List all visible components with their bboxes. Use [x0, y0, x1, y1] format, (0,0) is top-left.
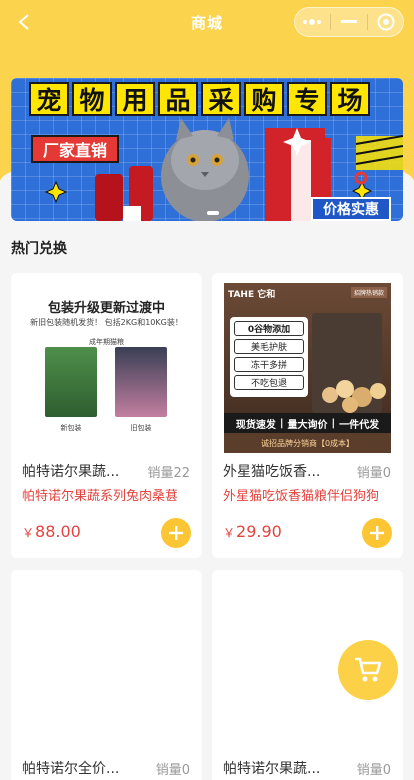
image-label: 成年期猫粮: [89, 338, 124, 346]
kibble-decor: [322, 380, 386, 413]
image-footer: 诚招品牌分销商【0成本】: [224, 433, 391, 453]
plus-icon: [169, 526, 183, 540]
minimize-button[interactable]: [332, 8, 366, 36]
add-to-cart-button[interactable]: [362, 518, 392, 548]
banner-title-char: 采: [201, 82, 241, 116]
product-description: 外星猫吃饭香猫粮伴侣狗狗: [223, 489, 380, 504]
product-sales: 销量0: [155, 763, 190, 778]
strip-text: 量大询价: [287, 419, 328, 431]
image-caption: 旧包装: [130, 424, 152, 432]
product-description: 帕特诺尔果蔬系列兔肉桑葚: [22, 489, 179, 504]
currency-symbol: ￥: [223, 526, 236, 540]
product-image: TAHE 它和 招牌热销款 0谷物添加 美毛护肤 冻干多拼 不吃包退 现货速发 …: [224, 283, 391, 453]
back-button[interactable]: [10, 8, 38, 36]
image-strip: 现货速发 | 量大询价 | 一件代发: [224, 413, 391, 433]
more-dots-icon: [303, 19, 322, 25]
image-pill: 0谷物添加: [234, 321, 304, 336]
strip-separator: |: [331, 417, 336, 429]
product-card[interactable]: 帕特诺尔全价... 销量0: [11, 570, 202, 780]
more-button[interactable]: [295, 8, 329, 36]
price-value: 88.00: [35, 522, 81, 541]
banner-title-char: 宠: [29, 82, 69, 116]
banner-title: 宠 物 用 品 采 购 专 场: [29, 82, 370, 116]
image-pill: 冻干多拼: [234, 357, 304, 372]
product-card[interactable]: 包装升级更新过渡中 新旧包装随机发货！ 包括2KG和10KG装！ 成年期猫粮 新…: [11, 273, 202, 558]
product-sales: 销量22: [147, 466, 190, 481]
add-to-cart-button[interactable]: [161, 518, 191, 548]
product-sales: 销量0: [356, 466, 391, 481]
product-card[interactable]: TAHE 它和 招牌热销款 0谷物添加 美毛护肤 冻干多拼 不吃包退 现货速发 …: [212, 273, 403, 558]
navigation-bar: 商城: [0, 0, 414, 44]
product-bag-old: [115, 347, 167, 417]
plus-icon: [370, 526, 384, 540]
close-button[interactable]: [369, 8, 403, 36]
product-name: 帕特诺尔果蔬...: [22, 464, 120, 480]
strip-text: 现货速发: [235, 419, 276, 431]
product-name: 帕特诺尔果蔬...: [223, 761, 321, 777]
product-image: 包装升级更新过渡中 新旧包装随机发货！ 包括2KG和10KG装！ 成年期猫粮 新…: [23, 283, 190, 453]
product-price: ￥29.90: [223, 522, 282, 541]
product-bag-new: [45, 347, 97, 417]
banner-factory-tag: 厂家直销: [31, 135, 120, 163]
product-name: 外星猫吃饭香...: [223, 464, 321, 480]
image-brand: TAHE 它和: [228, 290, 276, 300]
minimize-icon: [340, 20, 357, 23]
image-caption: 新包装: [60, 424, 82, 432]
banner-title-char: 购: [244, 82, 284, 116]
image-pill: 不吃包退: [234, 375, 304, 390]
banner-price-tag: 价格实惠: [311, 197, 391, 221]
banner-indicator: [207, 211, 219, 215]
product-name: 帕特诺尔全价...: [22, 761, 120, 777]
banner-title-char: 用: [115, 82, 155, 116]
product-price: ￥88.00: [22, 522, 81, 541]
back-arrow-icon: [18, 14, 29, 30]
strip-separator: |: [279, 417, 284, 429]
image-subtitle: 新旧包装随机发货！ 包括2KG和10KG装！: [30, 318, 183, 327]
banner-title-char: 专: [287, 82, 327, 116]
strip-text: 一件代发: [339, 419, 380, 431]
mini-program-capsule: [294, 7, 404, 37]
section-title: 热门兑换: [11, 241, 67, 257]
price-value: 29.90: [236, 522, 282, 541]
cart-icon: [355, 657, 382, 682]
image-badge: 招牌热销款: [350, 287, 387, 298]
product-sales: 销量0: [356, 763, 391, 778]
banner-title-char: 品: [158, 82, 198, 116]
currency-symbol: ￥: [22, 526, 35, 540]
promo-banner[interactable]: 宠 物 用 品 采 购 专 场 厂家直销 价格实惠: [11, 78, 403, 221]
target-circle-icon: [377, 13, 395, 31]
page-title: 商城: [190, 13, 223, 32]
image-pill: 美毛护肤: [234, 339, 304, 354]
image-headline: 包装升级更新过渡中: [47, 301, 165, 316]
banner-title-char: 物: [72, 82, 112, 116]
banner-title-char: 场: [330, 82, 370, 116]
cart-button[interactable]: [338, 640, 398, 700]
